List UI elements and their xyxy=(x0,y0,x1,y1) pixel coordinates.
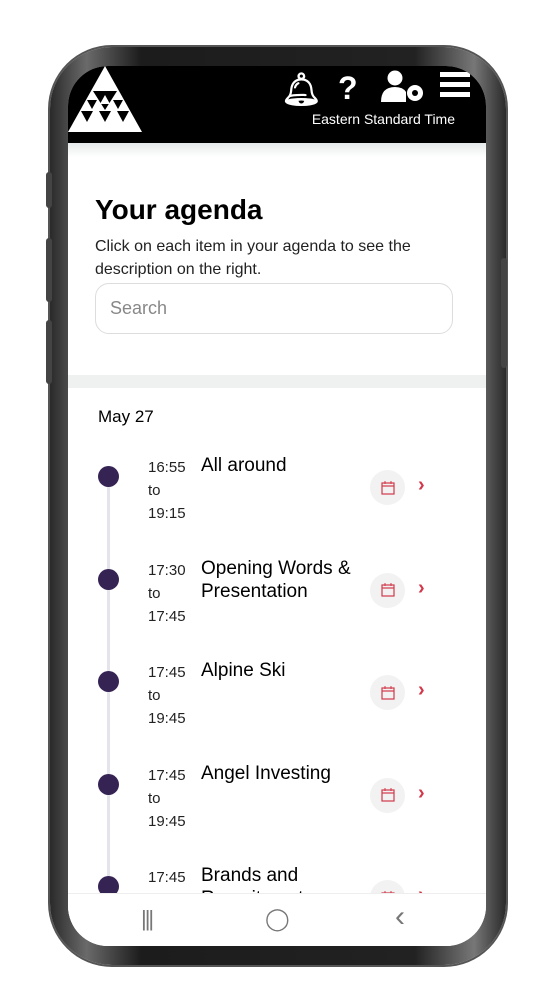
power-button xyxy=(501,258,507,368)
user-settings-icon[interactable] xyxy=(381,70,425,102)
item-title: All around xyxy=(201,455,287,476)
timezone-label: Eastern Standard Time xyxy=(311,111,455,127)
page-title: Your agenda xyxy=(95,194,263,225)
time-range: 17:45 to 19:45 xyxy=(148,764,186,833)
end-time: 17:45 xyxy=(148,607,186,625)
chevron-right-icon[interactable]: › xyxy=(418,679,425,702)
end-time: 19:15 xyxy=(148,505,186,522)
timeline-dot xyxy=(98,773,119,795)
agenda-item[interactable]: 17:45 to 19:45 Angel Investing › xyxy=(68,762,486,864)
page-description: Click on each item in your agenda to see… xyxy=(95,238,411,278)
to-label: to xyxy=(148,789,161,807)
date-heading: May 27 xyxy=(98,407,154,426)
add-to-calendar-button[interactable] xyxy=(370,470,405,505)
calendar-icon xyxy=(380,583,395,597)
menu-icon[interactable] xyxy=(440,72,470,98)
chevron-right-icon[interactable]: › xyxy=(418,474,425,497)
add-to-calendar-button[interactable] xyxy=(370,777,405,813)
calendar-icon xyxy=(380,480,395,495)
side-button xyxy=(46,172,52,208)
agenda-item[interactable]: 17:45 to 19:45 Alpine Ski › xyxy=(68,660,486,761)
section-divider xyxy=(68,375,486,388)
screen: 🔔︎ ? Eastern Standard Time Your agenda C… xyxy=(68,66,486,946)
start-time: 17:45 xyxy=(148,664,186,681)
search-input[interactable] xyxy=(95,283,453,334)
calendar-icon xyxy=(380,685,395,700)
start-time: 17:45 xyxy=(148,869,186,886)
header-shadow xyxy=(68,143,486,157)
time-range: 17:45 to 19:45 xyxy=(148,661,186,730)
time-range: 16:55 to 19:15 xyxy=(148,456,186,525)
agenda-item[interactable]: 16:55 to 19:15 All around › xyxy=(68,455,486,556)
end-time: 19:45 xyxy=(148,710,186,727)
android-nav-bar: ||| ◯ ‹ xyxy=(68,893,486,946)
bell-icon[interactable]: 🔔︎ xyxy=(281,70,322,108)
start-time: 16:55 xyxy=(148,459,186,476)
agenda-item[interactable]: 17:30 to 17:45 Opening Words & Presentatio… xyxy=(68,557,486,659)
volume-down-button xyxy=(46,320,52,384)
end-time: 19:45 xyxy=(148,812,186,830)
to-label: to xyxy=(148,482,161,499)
timeline-dot xyxy=(98,568,119,590)
to-label: to xyxy=(148,687,161,704)
add-to-calendar-button[interactable] xyxy=(370,572,405,608)
time-range: 17:30 to 17:45 xyxy=(148,559,186,628)
chevron-right-icon[interactable]: › xyxy=(418,782,425,805)
help-icon[interactable]: ? xyxy=(338,70,358,107)
chevron-right-icon[interactable]: › xyxy=(418,577,425,600)
start-time: 17:30 xyxy=(148,561,186,579)
item-title: Angel Investing xyxy=(201,762,331,784)
item-title: Opening Words & Presentation xyxy=(201,557,351,602)
recent-apps-button[interactable]: ||| xyxy=(141,906,154,932)
start-time: 17:45 xyxy=(148,766,186,784)
calendar-icon xyxy=(380,788,395,802)
home-button[interactable]: ◯ xyxy=(265,906,290,932)
logo-icon[interactable] xyxy=(68,66,142,132)
volume-up-button xyxy=(46,238,52,302)
app-header: 🔔︎ ? Eastern Standard Time xyxy=(68,66,486,143)
add-to-calendar-button[interactable] xyxy=(370,675,405,710)
item-title: Alpine Ski xyxy=(201,660,286,681)
to-label: to xyxy=(148,584,161,602)
timeline-dot xyxy=(98,466,119,487)
back-button[interactable]: ‹ xyxy=(395,900,405,934)
timeline-dot xyxy=(98,671,119,692)
